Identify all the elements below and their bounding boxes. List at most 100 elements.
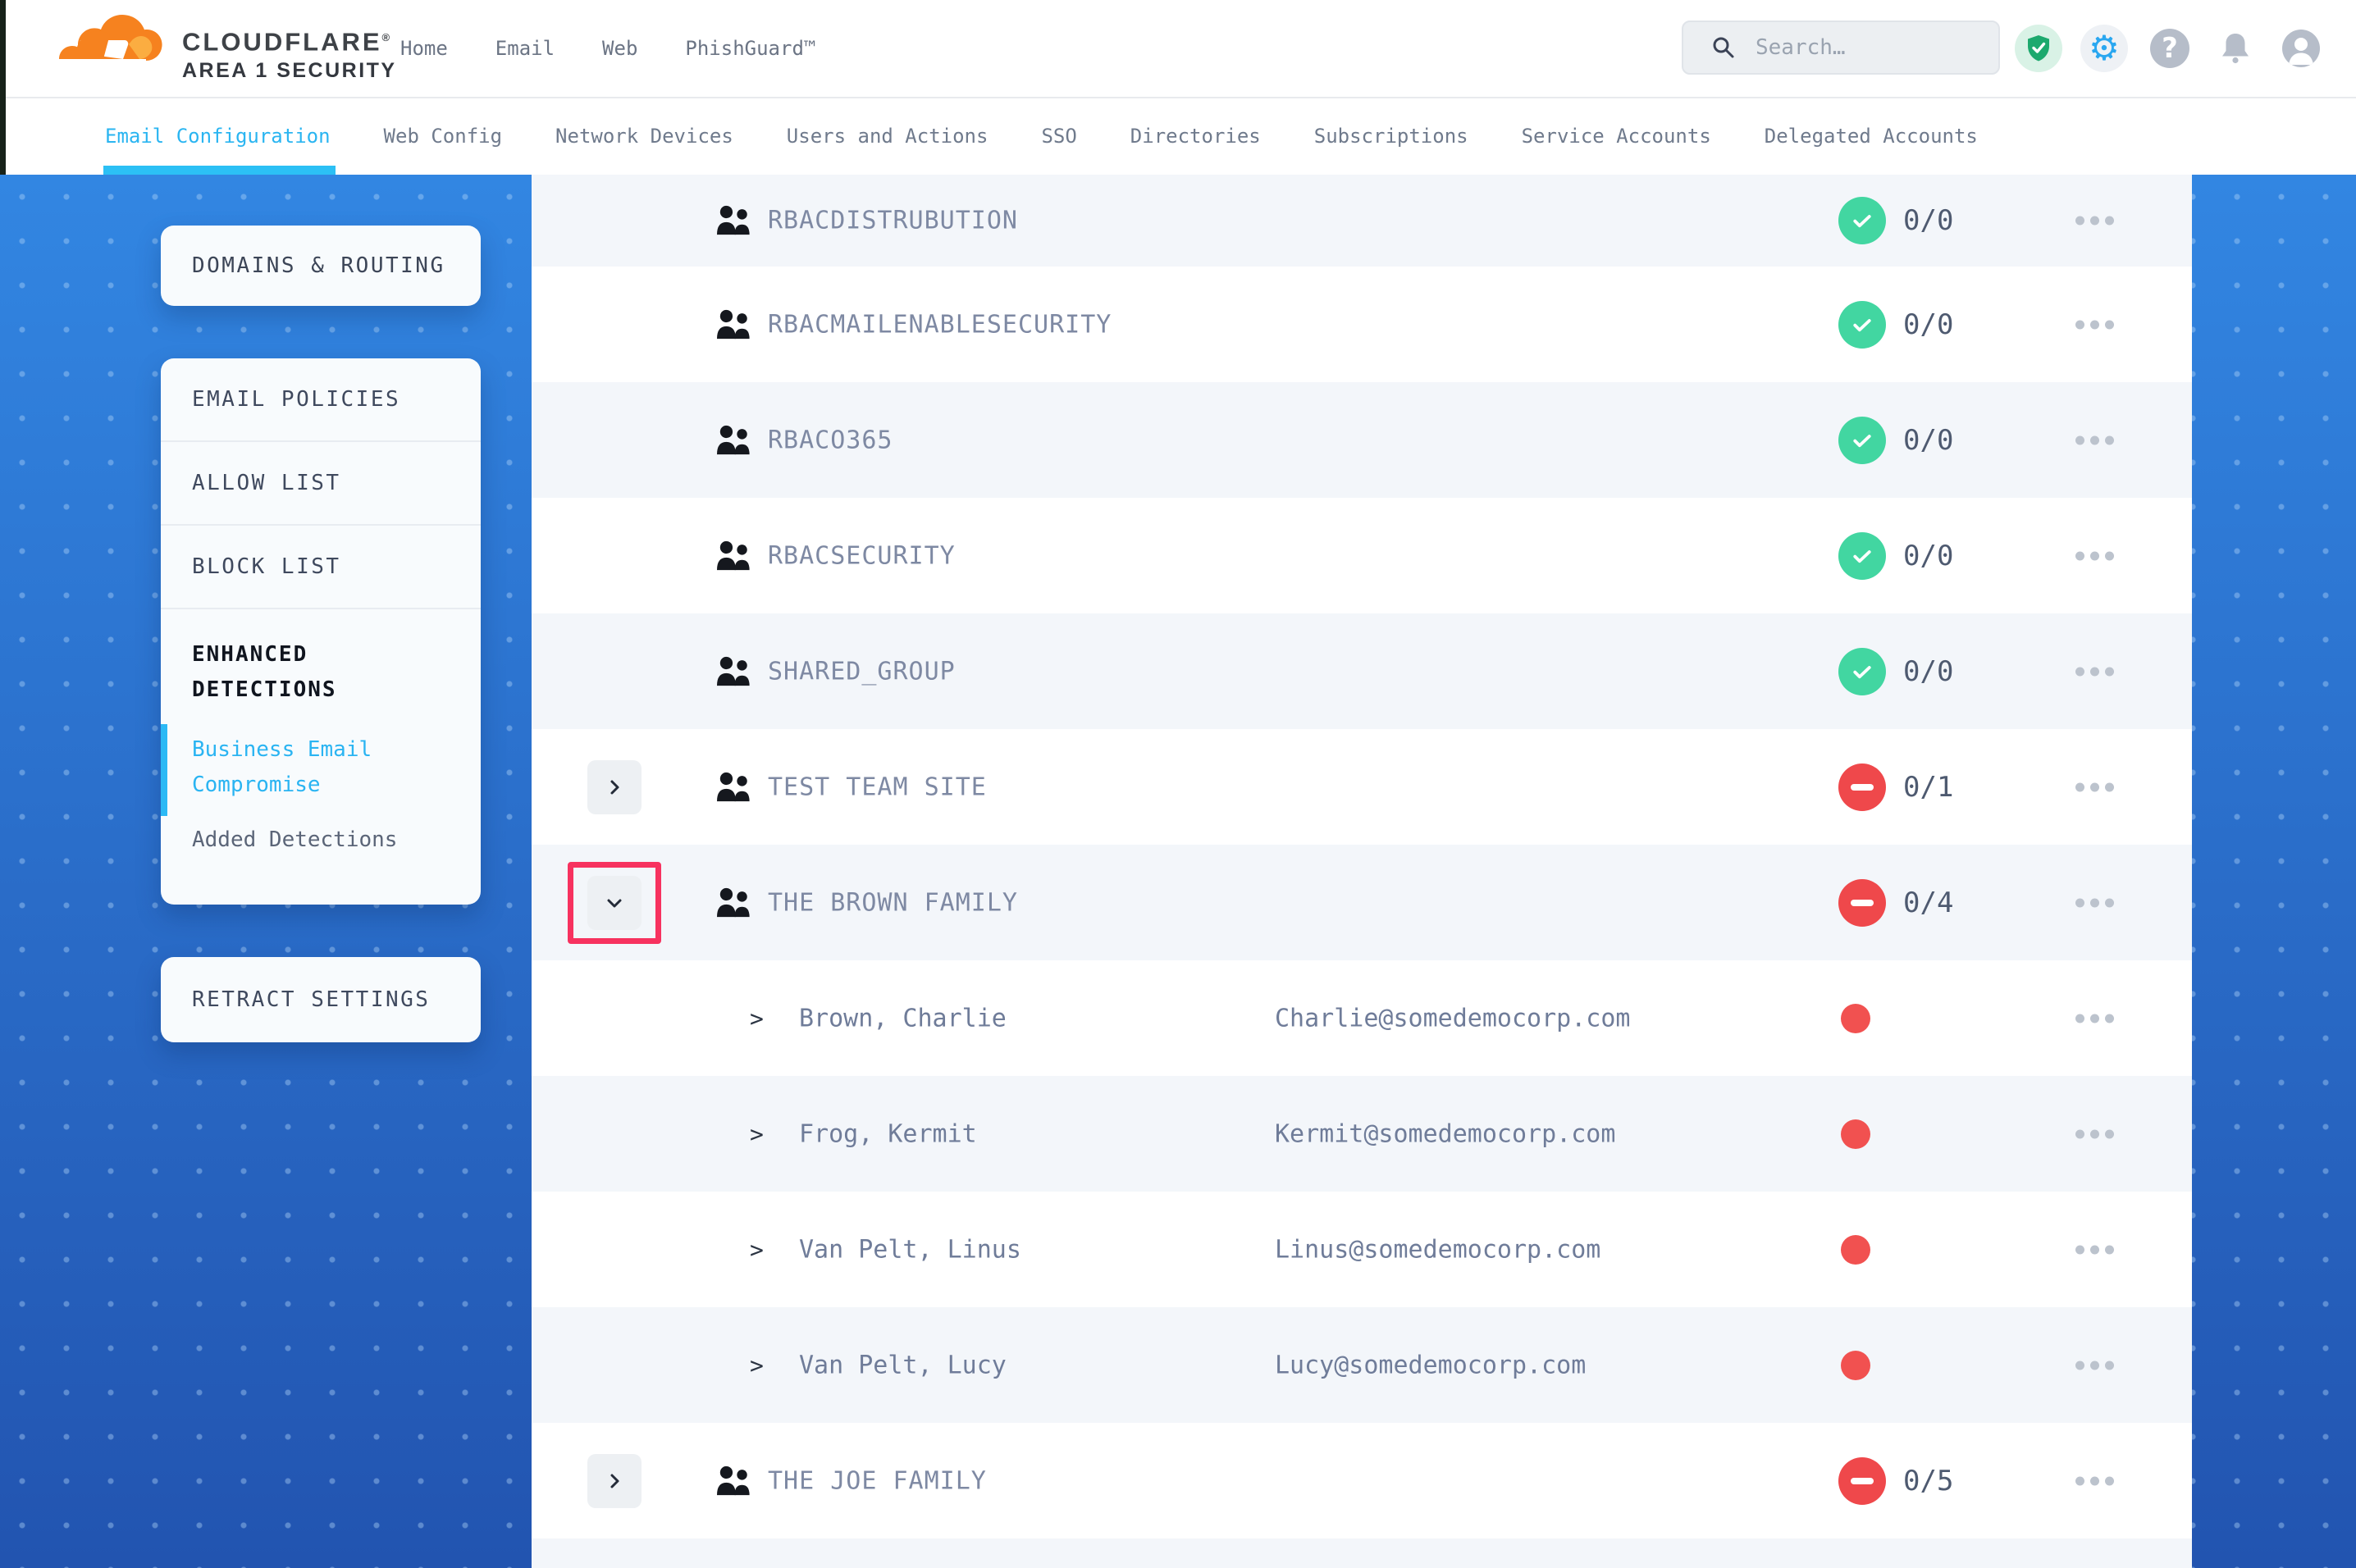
status-dot (1841, 1235, 1870, 1265)
cloudflare-cloud-icon (48, 8, 171, 87)
window-edge (0, 0, 6, 175)
enhanced-detections-title: ENHANCED DETECTIONS (192, 637, 405, 708)
chevron-right-icon (604, 777, 625, 798)
table-row-group: RBACDISTRUBUTION 0/0 (532, 175, 2192, 267)
sidebar-item-label: RETRACT SETTINGS (192, 987, 430, 1012)
member-count: 0/0 (1903, 204, 1953, 237)
group-name: RBACO365 (768, 426, 893, 454)
user-avatar-icon[interactable] (2277, 25, 2325, 72)
group-name: RBACMAILENABLESECURITY (768, 310, 1112, 339)
group-icon (715, 886, 753, 920)
member-count: 0/0 (1903, 424, 1953, 457)
expand-button[interactable] (587, 1454, 642, 1508)
group-icon (715, 423, 753, 458)
tab-directories[interactable]: Directories (1130, 97, 1261, 175)
expand-button[interactable] (587, 760, 642, 814)
tab-network-devices[interactable]: Network Devices (555, 97, 733, 175)
chevron-right-icon[interactable]: > (750, 1120, 764, 1147)
table-row-member: > Frog, Kermit Kermit@somedemocorp.com (532, 1076, 2192, 1192)
sidebar-card-domains-routing[interactable]: DOMAINS & ROUTING (161, 226, 481, 306)
row-menu-button[interactable] (2075, 1476, 2114, 1485)
table-row-group: THE BROWN FAMILY 0/4 (532, 845, 2192, 960)
brand-subtitle: AREA 1 SECURITY (182, 58, 397, 83)
row-menu-button[interactable] (2075, 217, 2114, 226)
nav-email[interactable]: Email (495, 37, 555, 60)
member-name: Frog, Kermit (799, 1119, 977, 1148)
tab-service-accounts[interactable]: Service Accounts (1522, 97, 1711, 175)
row-menu-button[interactable] (2075, 320, 2114, 329)
tab-delegated-accounts[interactable]: Delegated Accounts (1765, 97, 1978, 175)
top-header: CLOUDFLARE® AREA 1 SECURITY Home Email W… (0, 0, 2356, 98)
search-icon (1711, 35, 1736, 60)
primary-nav: Home Email Web PhishGuard™ (400, 0, 815, 97)
group-name: TEST TEAM SITE (768, 773, 987, 801)
chevron-right-icon[interactable]: > (750, 1351, 764, 1379)
status-blocked-icon (1838, 879, 1886, 927)
status-dot (1841, 1119, 1870, 1149)
tab-web-config[interactable]: Web Config (384, 97, 503, 175)
group-name: THE BROWN FAMILY (768, 888, 1018, 917)
tab-users-and-actions[interactable]: Users and Actions (787, 97, 989, 175)
member-count: 0/5 (1903, 1465, 1953, 1497)
collapse-button[interactable] (587, 876, 642, 930)
header-icons: ⚙ ? (2015, 25, 2325, 72)
member-count: 0/4 (1903, 887, 1953, 919)
brand-name: CLOUDFLARE® (182, 21, 397, 58)
sidebar-item-allow-list[interactable]: ALLOW LIST (161, 442, 481, 526)
row-menu-button[interactable] (2075, 551, 2114, 560)
sidebar-item-block-list[interactable]: BLOCK LIST (161, 526, 481, 609)
shield-check-icon[interactable] (2015, 25, 2062, 72)
tab-sso[interactable]: SSO (1041, 97, 1076, 175)
row-menu-button[interactable] (2075, 1129, 2114, 1138)
tab-subscriptions[interactable]: Subscriptions (1314, 97, 1468, 175)
sidebar-item-email-policies[interactable]: EMAIL POLICIES (161, 358, 481, 442)
sidebar-card-policies: EMAIL POLICIES ALLOW LIST BLOCK LIST ENH… (161, 358, 481, 905)
gear-icon[interactable]: ⚙ (2080, 25, 2128, 72)
status-dot (1841, 1004, 1870, 1033)
table-row-group: RBACSECURITY 0/0 (532, 498, 2192, 613)
table-row-member: > Brown, Charlie Charlie@somedemocorp.co… (532, 960, 2192, 1076)
group-icon (715, 1464, 753, 1498)
row-menu-button[interactable] (2075, 667, 2114, 676)
sidebar-item-added-detections[interactable]: Added Detections (192, 827, 450, 852)
status-blocked-icon (1838, 763, 1886, 811)
table-row-group: THE JOE FAMILY 0/5 (532, 1423, 2192, 1538)
bell-icon[interactable] (2212, 25, 2259, 72)
row-menu-button[interactable] (2075, 898, 2114, 907)
nav-home[interactable]: Home (400, 37, 448, 60)
table-row-group: TEST TEAM SITE 0/1 (532, 729, 2192, 845)
member-name: Brown, Charlie (799, 1004, 1007, 1032)
table-row-member: > Van Pelt, Lucy Lucy@somedemocorp.com (532, 1307, 2192, 1423)
table-row-group: RBACMAILENABLESECURITY 0/0 (532, 267, 2192, 382)
settings-tab-bar: Email Configuration Web Config Network D… (0, 97, 2356, 175)
member-name: Van Pelt, Lucy (799, 1351, 1007, 1379)
table-row-group: SHARED_GROUP 0/0 (532, 613, 2192, 729)
row-menu-button[interactable] (2075, 1245, 2114, 1254)
status-ok-icon (1838, 417, 1886, 464)
row-menu-button[interactable] (2075, 1361, 2114, 1370)
status-ok-icon (1838, 648, 1886, 695)
sidebar-card-retract-settings[interactable]: RETRACT SETTINGS (161, 957, 481, 1042)
group-icon (715, 654, 753, 689)
group-name: RBACDISTRUBUTION (768, 207, 1018, 235)
row-menu-button[interactable] (2075, 1014, 2114, 1023)
member-email: Charlie@somedemocorp.com (1275, 1004, 1630, 1032)
groups-table: RBACDISTRUBUTION 0/0 RBACMAILENABLESECUR… (532, 175, 2192, 1568)
row-menu-button[interactable] (2075, 782, 2114, 791)
sidebar-section-enhanced-detections: ENHANCED DETECTIONS Business Email Compr… (161, 609, 481, 852)
chevron-right-icon[interactable]: > (750, 1236, 764, 1263)
nav-web[interactable]: Web (602, 37, 637, 60)
nav-phishguard[interactable]: PhishGuard™ (685, 37, 815, 60)
tab-email-configuration[interactable]: Email Configuration (105, 97, 331, 175)
status-blocked-icon (1838, 1457, 1886, 1505)
group-name: RBACSECURITY (768, 541, 956, 570)
row-menu-button[interactable] (2075, 435, 2114, 444)
status-dot (1841, 1351, 1870, 1380)
status-ok-icon (1838, 197, 1886, 244)
sidebar-item-business-email-compromise[interactable]: Business Email Compromise (192, 732, 422, 803)
search-input[interactable] (1754, 34, 1987, 61)
chevron-right-icon[interactable]: > (750, 1005, 764, 1032)
member-email: Linus@somedemocorp.com (1275, 1235, 1600, 1264)
search-box[interactable] (1682, 21, 2000, 75)
help-icon[interactable]: ? (2150, 29, 2189, 68)
